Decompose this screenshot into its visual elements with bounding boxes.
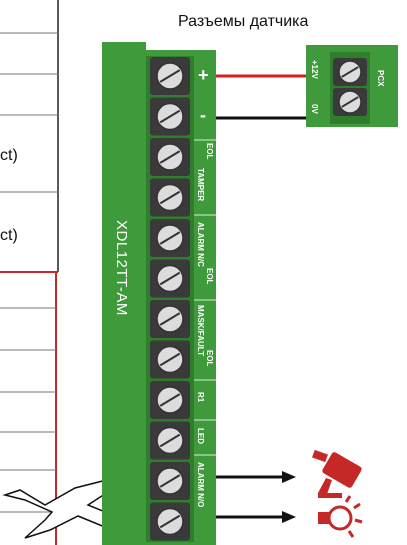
terminal-screw xyxy=(156,143,184,171)
terminal-label-alarm-no: ALARM N/O xyxy=(196,462,205,507)
wires xyxy=(216,74,306,523)
terminal-screw xyxy=(156,386,184,414)
terminal-screw xyxy=(156,467,184,495)
table-cell-text-2: ct) xyxy=(0,227,18,244)
plus-label: + xyxy=(198,65,209,85)
terminal-screw xyxy=(156,224,184,252)
terminal-label-alarm-nc: ALARM N/C xyxy=(196,222,205,267)
board-model-label: XDL12TT-AM xyxy=(113,220,130,316)
terminal-label-r1: R1 xyxy=(196,392,205,403)
sensor-title: Разъемы датчика xyxy=(178,13,309,30)
terminal-screw xyxy=(156,264,184,293)
terminal-label-mask-fault: MASK/FAULT xyxy=(196,305,205,356)
terminal-label-eol-1: EOL xyxy=(205,143,214,160)
terminal-screw xyxy=(156,507,184,536)
terminal-screw xyxy=(156,426,184,455)
terminal-screw xyxy=(156,62,184,90)
terminal-label-tamper: TAMPER xyxy=(196,168,205,201)
connector-screw xyxy=(338,90,362,114)
terminal-screw xyxy=(156,183,184,212)
connector-screw xyxy=(338,60,362,84)
connector-name: PCX xyxy=(376,70,385,87)
connector-pin-0v: 0V xyxy=(310,104,319,114)
terminal-label-eol-2: EOL xyxy=(205,268,214,285)
terminal-label-led: LED xyxy=(196,428,205,444)
diagram-canvas: Разъемы датчика XDL12TT-AM + - EOL TAMPE… xyxy=(0,0,398,545)
terminal-screw xyxy=(156,102,184,131)
table-cell-text-1: ct) xyxy=(0,147,18,164)
left-table xyxy=(0,0,59,545)
minus-label: - xyxy=(200,105,206,125)
terminal-screw xyxy=(156,305,184,333)
connector-pin-12v: +12V xyxy=(310,60,319,80)
bulb-icon xyxy=(318,495,363,538)
camera-icon xyxy=(312,449,362,498)
terminal-label-eol-3: EOL xyxy=(205,350,214,367)
terminal-screw xyxy=(156,345,184,374)
